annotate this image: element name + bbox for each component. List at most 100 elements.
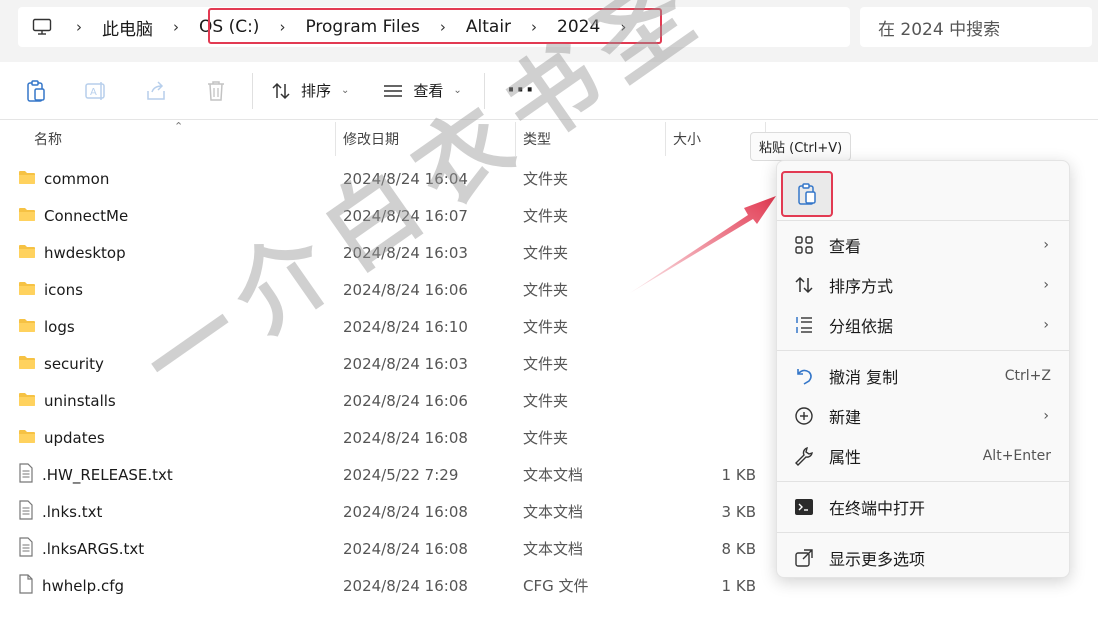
file-row[interactable]: uninstalls 2024/8/24 16:06 文件夹 [0, 382, 780, 419]
file-name-cell[interactable]: ConnectMe [18, 197, 128, 234]
folder-icon [18, 169, 36, 189]
file-type: 文件夹 [523, 318, 569, 336]
column-header-name[interactable]: 名称 [34, 122, 62, 156]
file-name-cell[interactable]: logs [18, 308, 75, 345]
breadcrumb-program-files[interactable]: Program Files [295, 7, 429, 47]
file-row[interactable]: .HW_RELEASE.txt 2024/5/22 7:29 文本文档 1 KB [0, 456, 780, 493]
menu-item-new[interactable]: 新建 › [777, 396, 1069, 436]
column-header-modified[interactable]: 修改日期 [343, 122, 399, 156]
delete-toolbar-button[interactable] [196, 71, 236, 111]
file-row[interactable]: hwdesktop 2024/8/24 16:03 文件夹 [0, 234, 780, 271]
file-type: 文本文档 [523, 540, 584, 558]
sort-icon [793, 274, 815, 296]
file-modified: 2024/8/24 16:08 [343, 576, 468, 595]
column-header-size[interactable]: 大小 [673, 122, 701, 156]
chevron-right-icon[interactable]: › [66, 18, 92, 36]
menu-item-label: 分组依据 [829, 317, 894, 336]
file-name-cell[interactable]: uninstalls [18, 382, 116, 419]
menu-item-sort-by[interactable]: 排序方式 › [777, 265, 1069, 305]
file-row[interactable]: security 2024/8/24 16:03 文件夹 [0, 345, 780, 382]
file-name-cell[interactable]: security [18, 345, 104, 382]
menu-item-label: 排序方式 [829, 277, 894, 296]
file-name-cell[interactable]: icons [18, 271, 83, 308]
computer-icon[interactable] [18, 18, 66, 36]
file-modified: 2024/8/24 16:04 [343, 169, 468, 188]
file-size: 1 KB [721, 576, 756, 595]
menu-item-label: 新建 [829, 408, 862, 427]
file-name-cell[interactable]: hwhelp.cfg [18, 567, 124, 604]
menu-item-label: 显示更多选项 [829, 550, 926, 569]
column-divider[interactable] [515, 122, 516, 156]
share-toolbar-button[interactable] [136, 71, 176, 111]
file-name: hwdesktop [44, 243, 126, 262]
folder-icon [18, 317, 36, 337]
context-paste-button[interactable] [781, 171, 833, 217]
file-name: uninstalls [44, 391, 116, 410]
search-input[interactable]: 在 2024 中搜索 [860, 7, 1092, 47]
file-row[interactable]: ConnectMe 2024/8/24 16:07 文件夹 [0, 197, 780, 234]
file-row[interactable]: icons 2024/8/24 16:06 文件夹 [0, 271, 780, 308]
breadcrumb-c-drive[interactable]: OS (C:) [189, 7, 269, 47]
file-row[interactable]: hwhelp.cfg 2024/8/24 16:08 CFG 文件 1 KB [0, 567, 780, 604]
file-row[interactable]: .lnks.txt 2024/8/24 16:08 文本文档 3 KB [0, 493, 780, 530]
shortcut-text: Ctrl+Z [1004, 368, 1051, 384]
folder-icon [18, 243, 36, 263]
file-row[interactable]: common 2024/8/24 16:04 文件夹 [0, 160, 780, 197]
paste-toolbar-button[interactable] [16, 71, 56, 111]
file-row[interactable]: logs 2024/8/24 16:10 文件夹 [0, 308, 780, 345]
grid-view-icon [793, 234, 815, 256]
paste-icon [798, 183, 816, 205]
menu-item-open-terminal[interactable]: 在终端中打开 [777, 487, 1069, 527]
file-type: 文件夹 [523, 355, 569, 373]
undo-icon [793, 365, 815, 387]
view-dropdown[interactable]: 查看 ⌄ [375, 71, 469, 111]
file-modified: 2024/8/24 16:03 [343, 354, 468, 373]
file-name-cell[interactable]: common [18, 160, 109, 197]
file-type: 文本文档 [523, 503, 584, 521]
file-name: common [44, 169, 110, 188]
text-file-icon [18, 536, 34, 561]
menu-item-undo-copy[interactable]: 撤消 复制 Ctrl+Z [777, 356, 1069, 396]
menu-item-properties[interactable]: 属性 Alt+Enter [777, 436, 1069, 476]
chevron-right-icon[interactable]: › [163, 18, 189, 36]
file-name: updates [44, 428, 105, 447]
svg-text:A: A [90, 87, 97, 98]
column-header-type[interactable]: 类型 [523, 122, 551, 156]
file-type: 文件夹 [523, 281, 569, 299]
file-row[interactable]: updates 2024/8/24 16:08 文件夹 [0, 419, 780, 456]
chevron-right-icon[interactable]: › [269, 18, 295, 36]
context-menu-quick-actions [777, 161, 1069, 221]
file-type: 文件夹 [523, 429, 569, 447]
column-divider[interactable] [665, 122, 666, 156]
file-name-cell[interactable]: .lnksARGS.txt [18, 530, 144, 567]
breadcrumb-2024[interactable]: 2024 [547, 7, 610, 47]
sort-ascending-icon: ⌃ [174, 120, 184, 133]
chevron-right-icon[interactable]: › [430, 18, 456, 36]
view-label: 查看 [413, 82, 444, 100]
breadcrumb-altair[interactable]: Altair [456, 7, 521, 47]
more-options-button[interactable]: ··· [495, 78, 547, 103]
file-name-cell[interactable]: hwdesktop [18, 234, 126, 271]
add-circle-icon [793, 405, 815, 427]
paste-tooltip: 粘贴 (Ctrl+V) [750, 132, 852, 161]
file-size [650, 419, 756, 456]
rename-toolbar-button[interactable]: A [76, 71, 116, 111]
breadcrumb-this-pc[interactable]: 此电脑 [92, 7, 163, 47]
text-file-icon [18, 462, 34, 487]
menu-item-show-more[interactable]: 显示更多选项 [777, 538, 1069, 578]
file-row[interactable]: .lnksARGS.txt 2024/8/24 16:08 文本文档 8 KB [0, 530, 780, 567]
column-divider[interactable] [335, 122, 336, 156]
menu-item-view[interactable]: 查看 › [777, 225, 1069, 265]
wrench-icon [793, 445, 815, 467]
file-name-cell[interactable]: .HW_RELEASE.txt [18, 456, 173, 493]
chevron-right-icon[interactable]: › [521, 18, 547, 36]
file-name: security [44, 354, 104, 373]
chevron-right-icon[interactable]: › [610, 18, 636, 36]
breadcrumb[interactable]: › 此电脑 › OS (C:) › Program Files › Altair… [18, 7, 850, 47]
chevron-right-icon: › [1043, 237, 1049, 253]
sort-dropdown[interactable]: 排序 ⌄ [263, 71, 357, 111]
file-name-cell[interactable]: updates [18, 419, 105, 456]
toolbar-divider [483, 72, 485, 109]
file-name-cell[interactable]: .lnks.txt [18, 493, 102, 530]
menu-item-group-by[interactable]: 分组依据 › [777, 305, 1069, 345]
